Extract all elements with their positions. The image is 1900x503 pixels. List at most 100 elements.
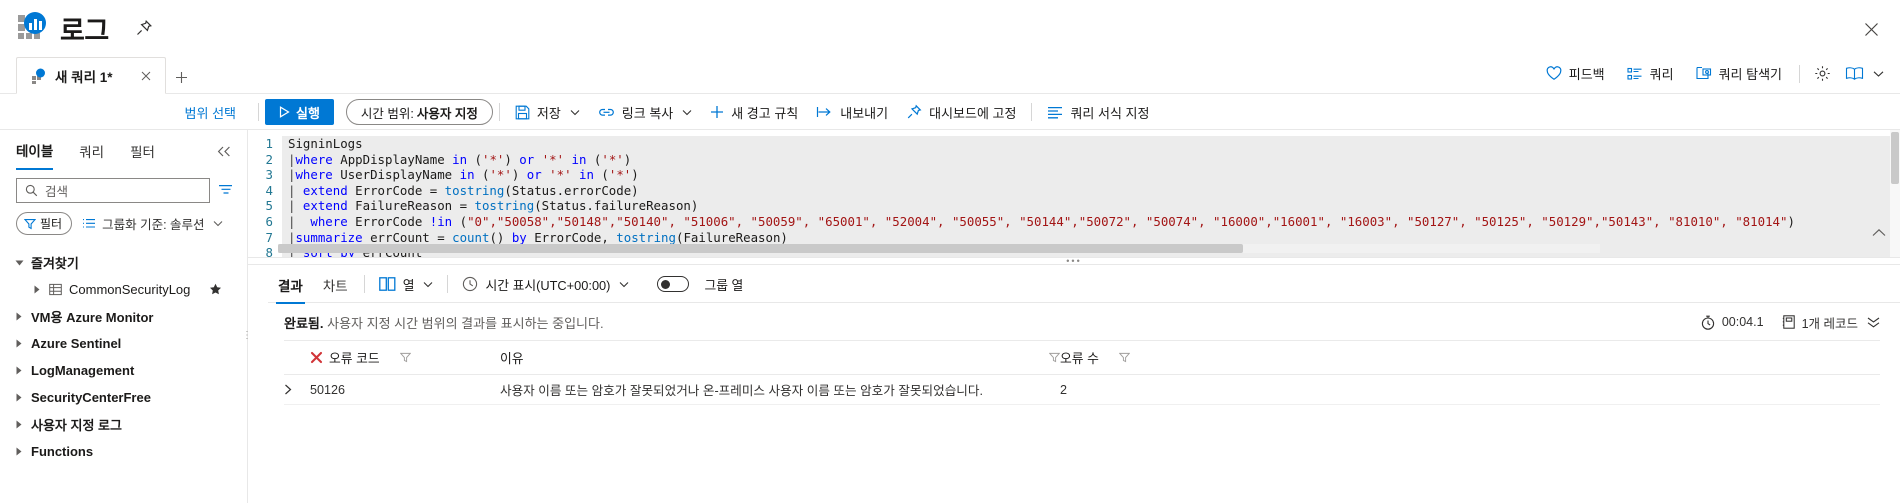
copy-link-button[interactable]: 링크 복사 — [589, 98, 701, 127]
triangle-right-icon — [14, 339, 24, 348]
scrollbar-thumb[interactable] — [278, 244, 1244, 253]
code-text[interactable]: |where UserDisplayName in ('*') or '*' i… — [282, 167, 1900, 183]
column-header-reason[interactable]: 이유 — [500, 348, 1060, 367]
help-book-button[interactable] — [1839, 61, 1890, 86]
feedback-button[interactable]: 피드백 — [1535, 59, 1616, 88]
code-text[interactable]: | extend FailureReason = tostring(Status… — [282, 198, 1900, 214]
code-text[interactable]: |where AppDisplayName in ('*') or '*' in… — [282, 151, 1900, 168]
query-explorer-button[interactable]: 쿼리 탐색기 — [1685, 59, 1793, 88]
tree-group-label: SecurityCenterFree — [31, 390, 151, 405]
record-count[interactable]: 1개 레코드 — [1782, 313, 1880, 332]
format-query-button[interactable]: 쿼리 서식 지정 — [1038, 98, 1158, 127]
pin-icon[interactable] — [131, 15, 157, 41]
close-icon[interactable] — [1858, 16, 1884, 42]
tree-group-securitycenterfree[interactable]: SecurityCenterFree — [0, 384, 247, 411]
columns-button[interactable]: 열 — [371, 270, 442, 299]
search-input[interactable]: 검색 — [16, 178, 210, 203]
sidebar-tab-tables[interactable]: 테이블 — [16, 140, 54, 170]
code-line[interactable]: 6 | where ErrorCode !in ("0","50058","501… — [248, 213, 1900, 230]
log-analytics-window: 로그 새 쿼리 1* 피드백 쿼리 쿼리 탐색기 범위 선택 실행 시간 범위:… — [0, 0, 1900, 503]
collapse-groups-icon[interactable] — [218, 184, 233, 198]
code-line[interactable]: 1 SigninLogs — [248, 136, 1900, 152]
pin-to-dashboard-label: 대시보드에 고정 — [929, 105, 1017, 121]
editor-vertical-scrollbar[interactable] — [1890, 130, 1900, 257]
cell-reason: 사용자 이름 또는 암호가 잘못되었거나 온-프레미스 사용자 이름 또는 암호… — [500, 384, 983, 398]
filter-icon[interactable] — [1118, 352, 1130, 363]
link-icon — [598, 105, 615, 119]
copy-link-label: 링크 복사 — [621, 105, 674, 121]
export-button[interactable]: 내보내기 — [807, 98, 897, 127]
code-line[interactable]: 2 |where AppDisplayName in ('*') or '*' i… — [248, 151, 1900, 168]
table-icon — [49, 283, 62, 296]
book-icon — [1845, 66, 1864, 81]
time-display-button[interactable]: 시간 표시(UTC+00:00) — [454, 270, 637, 299]
tree-group-logmanagement[interactable]: LogManagement — [0, 357, 247, 384]
chevron-up-icon[interactable] — [1872, 228, 1886, 237]
scrollbar-thumb[interactable] — [1891, 132, 1899, 184]
run-label: 실행 — [296, 105, 320, 121]
column-header-label: 이유 — [500, 351, 524, 366]
feedback-label: 피드백 — [1568, 67, 1605, 82]
tree-group-label: 사용자 지정 로그 — [31, 418, 122, 433]
table-row[interactable]: 50126 사용자 이름 또는 암호가 잘못되었거나 온-프레미스 사용자 이름… — [284, 375, 1880, 405]
time-range-value: 사용자 지정 — [416, 106, 478, 121]
run-button[interactable]: 실행 — [265, 99, 334, 125]
code-line[interactable]: 5 | extend FailureReason = tostring(Statu… — [248, 198, 1900, 214]
pin-to-dashboard-button[interactable]: 대시보드에 고정 — [897, 98, 1025, 127]
group-columns-toggle[interactable] — [657, 276, 690, 292]
filter-chip-button[interactable]: 필터 — [16, 212, 73, 235]
code-text[interactable]: | where ErrorCode !in ("0","50058","5014… — [282, 213, 1900, 230]
add-query-tab-button[interactable] — [166, 60, 196, 94]
query-code[interactable]: 1 SigninLogs 2 |where AppDisplayName in ('*… — [248, 130, 1900, 257]
chevron-right-icon[interactable] — [284, 384, 310, 395]
code-text[interactable]: | extend ErrorCode = tostring(Status.err… — [282, 182, 1900, 199]
filter-icon[interactable] — [399, 352, 411, 363]
editor-horizontal-scrollbar[interactable] — [278, 244, 1600, 253]
column-header-error-count[interactable]: 오류 수 — [1060, 348, 1880, 367]
chevron-double-down-icon[interactable] — [1867, 317, 1880, 328]
time-range-prefix: 시간 범위: — [360, 106, 414, 121]
body: 테이블 쿼리 필터 검색 필터 그룹화 기준: 솔루션 즐겨찾기 CommonS… — [0, 130, 1900, 503]
close-icon[interactable] — [137, 71, 155, 81]
column-header-label: 오류 수 — [1060, 351, 1099, 366]
sidebar-tab-queries[interactable]: 쿼리 — [79, 141, 104, 169]
tree-item-label: CommonSecurityLog — [69, 282, 191, 297]
query-button[interactable]: 쿼리 — [1616, 59, 1685, 88]
select-scope-button[interactable]: 범위 선택 — [185, 103, 236, 122]
code-line[interactable]: 4 | extend ErrorCode = tostring(Status.er… — [248, 182, 1900, 199]
tree-group-vm-azure-monitor[interactable]: VM용 Azure Monitor — [0, 303, 247, 330]
tree-group-custom-logs[interactable]: 사용자 지정 로그 — [0, 411, 247, 438]
code-line[interactable]: 7 |summarize errCount = count() by ErrorC… — [248, 229, 1900, 246]
new-alert-rule-button[interactable]: 새 경고 규칙 — [701, 98, 807, 127]
code-line[interactable]: 3 |where UserDisplayName in ('*') or '*' … — [248, 167, 1900, 183]
record-count-value: 1개 레코드 — [1801, 316, 1858, 331]
save-button[interactable]: 저장 — [506, 98, 589, 127]
tree-item-commonsecuritylog[interactable]: CommonSecurityLog — [0, 276, 247, 303]
star-icon[interactable] — [209, 283, 222, 296]
line-number: 6 — [265, 213, 273, 229]
tab-chart[interactable]: 차트 — [313, 275, 358, 304]
filter-icon[interactable] — [1049, 352, 1060, 363]
tree-group-favorites[interactable]: 즐겨찾기 — [0, 249, 247, 276]
tab-results[interactable]: 결과 — [268, 275, 313, 304]
save-icon — [515, 105, 530, 120]
code-text[interactable]: SigninLogs — [282, 136, 1900, 152]
code-text[interactable]: |summarize errCount = count() by ErrorCo… — [282, 229, 1900, 246]
tree-group-functions[interactable]: Functions — [0, 438, 247, 465]
tabstrip-actions: 피드백 쿼리 쿼리 탐색기 — [1535, 59, 1900, 94]
tree-group-azure-sentinel[interactable]: Azure Sentinel — [0, 330, 247, 357]
group-icon — [82, 218, 96, 230]
query-tab[interactable]: 새 쿼리 1* — [16, 57, 166, 94]
column-header-error-code[interactable]: 오류 코드 — [310, 348, 500, 367]
settings-button[interactable] — [1806, 60, 1839, 87]
title-bar: 로그 — [0, 0, 1900, 56]
query-editor[interactable]: 1 SigninLogs 2 |where AppDisplayName in ('*… — [248, 130, 1900, 258]
group-columns-control[interactable]: 그룹 열 — [649, 270, 751, 299]
time-range-picker[interactable]: 시간 범위: 사용자 지정 — [345, 99, 493, 125]
sidebar-tabs: 테이블 쿼리 필터 — [0, 130, 247, 170]
page-title: 로그 — [60, 15, 109, 46]
editor-results-splitter[interactable]: ••• — [248, 256, 1900, 266]
chevron-double-left-icon[interactable] — [217, 146, 231, 165]
sidebar-tab-filters[interactable]: 필터 — [130, 141, 155, 169]
group-by-dropdown[interactable]: 그룹화 기준: 솔루션 — [82, 214, 222, 233]
